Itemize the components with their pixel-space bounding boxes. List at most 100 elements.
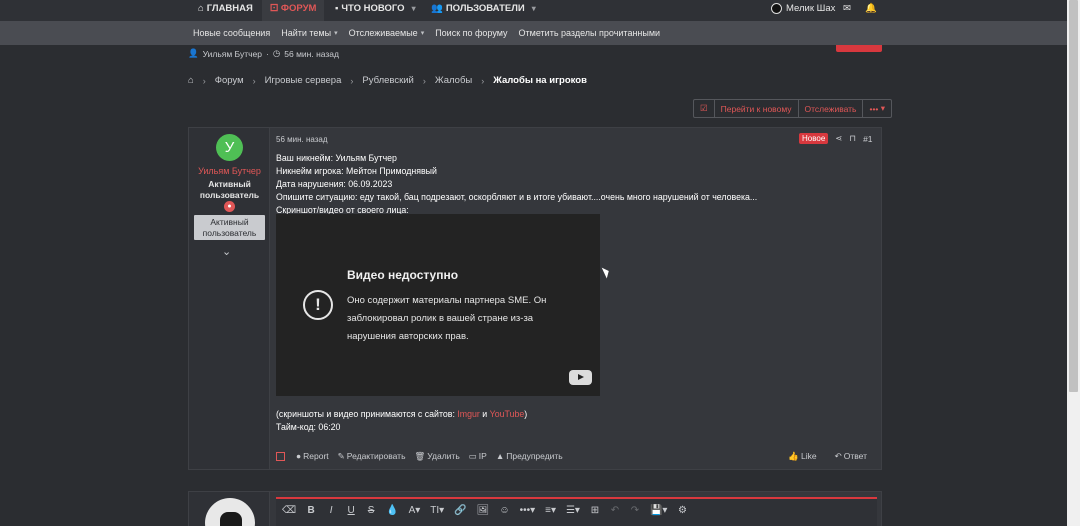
ip-button[interactable]: ▭ IP [469, 451, 487, 462]
subnav-watched[interactable]: Отслеживаемые ▾ [349, 28, 425, 38]
user-badge-icon: ● [224, 201, 235, 212]
youtube-link[interactable]: YouTube [490, 409, 525, 419]
subnav-mark-read[interactable]: Отметить разделы прочитанными [519, 28, 661, 38]
subnav-new-posts[interactable]: Новые сообщения [193, 28, 270, 38]
strikethrough-icon[interactable]: S [366, 505, 376, 516]
link-icon[interactable]: 🔗 [454, 505, 466, 516]
reply-label: Ответ [843, 451, 867, 461]
like-label: Like [801, 451, 817, 461]
post-time[interactable]: 56 мин. назад [276, 135, 328, 144]
reply-icon: ↶ [834, 450, 842, 461]
edit-label: Редактировать [346, 451, 406, 461]
underline-icon[interactable]: U [346, 505, 356, 516]
alert-icon: ● [296, 451, 302, 461]
subnav-search[interactable]: Поиск по форуму [435, 28, 507, 38]
font-size-icon[interactable]: TI▾ [430, 505, 444, 516]
thread-author[interactable]: Уильям Бутчер [203, 49, 262, 59]
clear-format-icon[interactable]: ⌫ [282, 505, 296, 516]
warn-button[interactable]: ▲ Предупредить [496, 451, 563, 461]
delete-button[interactable]: 🗑 Удалить [415, 451, 460, 462]
nav-users-label: ПОЛЬЗОВАТЕЛИ [445, 2, 525, 14]
color-icon[interactable]: 💧 [386, 505, 398, 516]
subnav-find-threads[interactable]: Найти темы ▾ [281, 28, 337, 38]
select-checkbox[interactable]: ☑ [694, 100, 715, 117]
more-options-button[interactable]: ••• ▾ [863, 100, 891, 117]
sub-navigation: Новые сообщения Найти темы ▾ Отслеживаемы… [0, 21, 1067, 45]
align-icon[interactable]: ≡▾ [545, 505, 556, 516]
list-icon[interactable]: ☰▾ [566, 505, 580, 516]
nav-whats-new-label: ЧТО НОВОГО [341, 2, 405, 14]
smiley-icon[interactable]: ☺ [499, 505, 509, 516]
editor-toolbar: ⌫ B I U S 💧 A▾ TI▾ 🔗 🖼 ☺ •••▾ ≡▾ ☰▾ ⊞ ↶ … [276, 497, 877, 526]
gear-icon[interactable]: ⚙ [677, 505, 687, 516]
more-icon: ••• [869, 103, 879, 114]
bold-icon[interactable]: B [306, 505, 316, 516]
bell-icon[interactable]: 🔔 [865, 0, 877, 16]
nav-whats-new[interactable]: ▪ ЧТО НОВОГО ▾ [335, 0, 416, 21]
delete-label: Удалить [427, 451, 460, 461]
report-label: Report [303, 451, 329, 461]
breadcrumb-server[interactable]: Рублевский [362, 75, 414, 86]
reply-tab[interactable] [836, 45, 882, 52]
nav-home-label: ГЛАВНАЯ [206, 2, 253, 14]
report-button[interactable]: ● Report [296, 451, 329, 461]
youtube-icon[interactable] [569, 370, 592, 385]
video-embed[interactable]: ! Видео недоступно Оно содержит материал… [276, 214, 600, 396]
redo-icon[interactable]: ↷ [630, 505, 640, 516]
breadcrumb-complaints[interactable]: Жалобы [435, 75, 472, 86]
chevron-right-icon: › [350, 75, 354, 86]
chevron-down-icon[interactable]: ▾ [412, 1, 416, 17]
chevron-down-icon[interactable]: ⌄ [222, 245, 231, 258]
post-number[interactable]: #1 [863, 134, 872, 144]
select-post-checkbox[interactable] [276, 451, 285, 461]
share-icon[interactable]: ⋖ [835, 133, 842, 144]
save-draft-icon[interactable]: 💾▾ [650, 505, 667, 516]
scrollbar-thumb[interactable] [1069, 0, 1078, 392]
imgur-link[interactable]: Imgur [457, 409, 480, 419]
avatar[interactable]: У [216, 134, 243, 161]
undo-icon[interactable]: ↶ [610, 505, 620, 516]
post-footer: ● Report ✎ Редактировать 🗑 Удалить ▭ IP ▲ Пре… [276, 450, 876, 462]
ip-icon: ▭ [468, 450, 477, 461]
reply-user-column [189, 492, 270, 526]
breadcrumb-current: Жалобы на игроков [493, 75, 587, 86]
chevron-down-icon[interactable]: ▾ [532, 1, 536, 17]
more-icon[interactable]: •••▾ [520, 505, 536, 516]
chevron-right-icon: › [481, 75, 485, 86]
bookmark-icon[interactable]: ⊓ [849, 133, 856, 144]
post-line: Никнейм игрока: Мейтон Примоднявый [276, 166, 437, 176]
nav-home[interactable]: ⌂ ГЛАВНАЯ [198, 0, 253, 21]
accepted-sites-text: (скриншоты и видео принимаются с сайтов: [276, 409, 458, 419]
post-username[interactable]: Уильям Бутчер [189, 166, 270, 176]
watch-button[interactable]: Отслеживать [799, 100, 864, 117]
user-menu[interactable]: Мелик Шах [771, 0, 835, 16]
footer-right: 👍 Like ↶ Ответ [788, 451, 876, 462]
like-button[interactable]: 👍 Like [788, 451, 816, 462]
thread-meta: 👤 Уильям Бутчер · ◷ 56 мин. назад [188, 48, 339, 59]
nav-users[interactable]: 👥 ПОЛЬЗОВАТЕЛИ ▾ [431, 0, 536, 21]
editor-tools: ⌫ B I U S 💧 A▾ TI▾ 🔗 🖼 ☺ •••▾ ≡▾ ☰▾ ⊞ ↶ … [282, 505, 687, 516]
font-icon[interactable]: A▾ [409, 505, 421, 516]
video-message: Оно содержит материалы партнера SME. Он … [347, 295, 547, 342]
reply-button[interactable]: ↶ Ответ [835, 451, 867, 462]
post-line: Опишите ситуацию: еду такой, бац подреза… [276, 192, 758, 202]
edit-button[interactable]: ✎ Редактировать [338, 451, 406, 462]
goto-new-button[interactable]: Перейти к новому [715, 100, 799, 117]
subnav-find-threads-label: Найти темы [281, 28, 332, 38]
nav-forum[interactable]: ⚀ ФОРУМ [262, 0, 325, 21]
user-title: Активный пользователь [199, 179, 260, 200]
image-icon[interactable]: 🖼 [477, 505, 490, 516]
breadcrumb-game-servers[interactable]: Игровые сервера [265, 75, 342, 86]
home-icon[interactable]: ⌂ [188, 75, 194, 86]
top-navigation: ⌂ ГЛАВНАЯ ⚀ ФОРУМ ▪ ЧТО НОВОГО ▾ 👥 ПОЛЬЗ… [0, 0, 1067, 21]
avatar[interactable] [205, 498, 255, 526]
thumbs-up-icon: 👍 [788, 450, 800, 461]
warning-icon: ▲ [495, 451, 505, 461]
thread-time[interactable]: 56 мин. назад [284, 49, 339, 59]
clock-icon: ◷ [272, 48, 281, 58]
inbox-icon[interactable]: ✉ [843, 0, 851, 16]
video-title: Видео недоступно [347, 268, 459, 282]
table-icon[interactable]: ⊞ [590, 505, 600, 516]
breadcrumb-forum[interactable]: Форум [215, 75, 244, 86]
italic-icon[interactable]: I [326, 505, 336, 516]
